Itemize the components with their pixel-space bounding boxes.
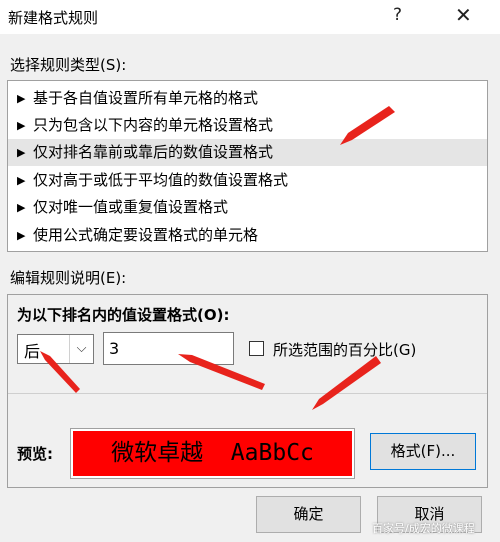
rank-direction-value: 后	[24, 342, 41, 361]
rank-heading: 为以下排名内的值设置格式(O):	[17, 306, 230, 324]
rule-type-item[interactable]: ▶ 只为包含以下内容的单元格设置格式	[8, 112, 487, 139]
triangle-right-icon: ▶	[17, 119, 26, 132]
preview-sample: 微软卓越 AaBbCc	[73, 431, 352, 476]
rank-count-input[interactable]	[103, 332, 234, 365]
rule-type-item-selected[interactable]: ▶ 仅对排名靠前或靠后的数值设置格式	[8, 139, 487, 166]
ok-button[interactable]: 确定	[256, 496, 361, 533]
edit-rule-panel: 为以下排名内的值设置格式(O): 后 ⌵ 所选范围的百分比(G) 预览: 微软卓…	[7, 294, 488, 488]
preview-box: 微软卓越 AaBbCc	[70, 428, 355, 479]
rule-type-item-label: 使用公式确定要设置格式的单元格	[33, 226, 259, 244]
close-icon[interactable]: ✕	[455, 3, 472, 27]
rule-type-item[interactable]: ▶ 仅对唯一值或重复值设置格式	[8, 194, 487, 221]
help-icon[interactable]: ?	[393, 5, 402, 25]
triangle-right-icon: ▶	[17, 174, 26, 187]
rule-type-list[interactable]: ▶ 基于各自值设置所有单元格的格式 ▶ 只为包含以下内容的单元格设置格式 ▶ 仅对排名…	[7, 80, 488, 252]
rule-type-item-label: 只为包含以下内容的单元格设置格式	[33, 116, 274, 134]
rule-type-item[interactable]: ▶ 仅对高于或低于平均值的数值设置格式	[8, 167, 487, 194]
chevron-down-icon[interactable]: ⌵	[69, 335, 93, 363]
percent-checkbox-label[interactable]: 所选范围的百分比(G)	[273, 339, 416, 360]
rule-type-item-label: 基于各自值设置所有单元格的格式	[33, 89, 259, 107]
rule-type-item-label: 仅对唯一值或重复值设置格式	[33, 198, 229, 216]
rule-type-item[interactable]: ▶ 使用公式确定要设置格式的单元格	[8, 222, 487, 249]
rule-type-label: 选择规则类型(S):	[10, 56, 127, 74]
divider	[8, 393, 487, 394]
edit-rule-label: 编辑规则说明(E):	[10, 269, 127, 287]
triangle-right-icon: ▶	[17, 229, 26, 242]
watermark: 百家号/成宏的微课程	[372, 522, 475, 535]
title-bar: 新建格式规则 ? ✕	[0, 0, 500, 34]
percent-checkbox[interactable]	[249, 341, 264, 356]
rule-type-item-label: 仅对高于或低于平均值的数值设置格式	[33, 171, 289, 189]
triangle-right-icon: ▶	[17, 201, 26, 214]
triangle-right-icon: ▶	[17, 146, 26, 159]
rule-type-item[interactable]: ▶ 基于各自值设置所有单元格的格式	[8, 85, 487, 112]
preview-label: 预览:	[17, 445, 53, 463]
triangle-right-icon: ▶	[17, 92, 26, 105]
window-title: 新建格式规则	[8, 9, 99, 27]
rank-direction-select[interactable]: 后 ⌵	[17, 334, 94, 364]
format-button[interactable]: 格式(F)...	[370, 433, 476, 470]
rule-type-item-label: 仅对排名靠前或靠后的数值设置格式	[33, 143, 274, 161]
